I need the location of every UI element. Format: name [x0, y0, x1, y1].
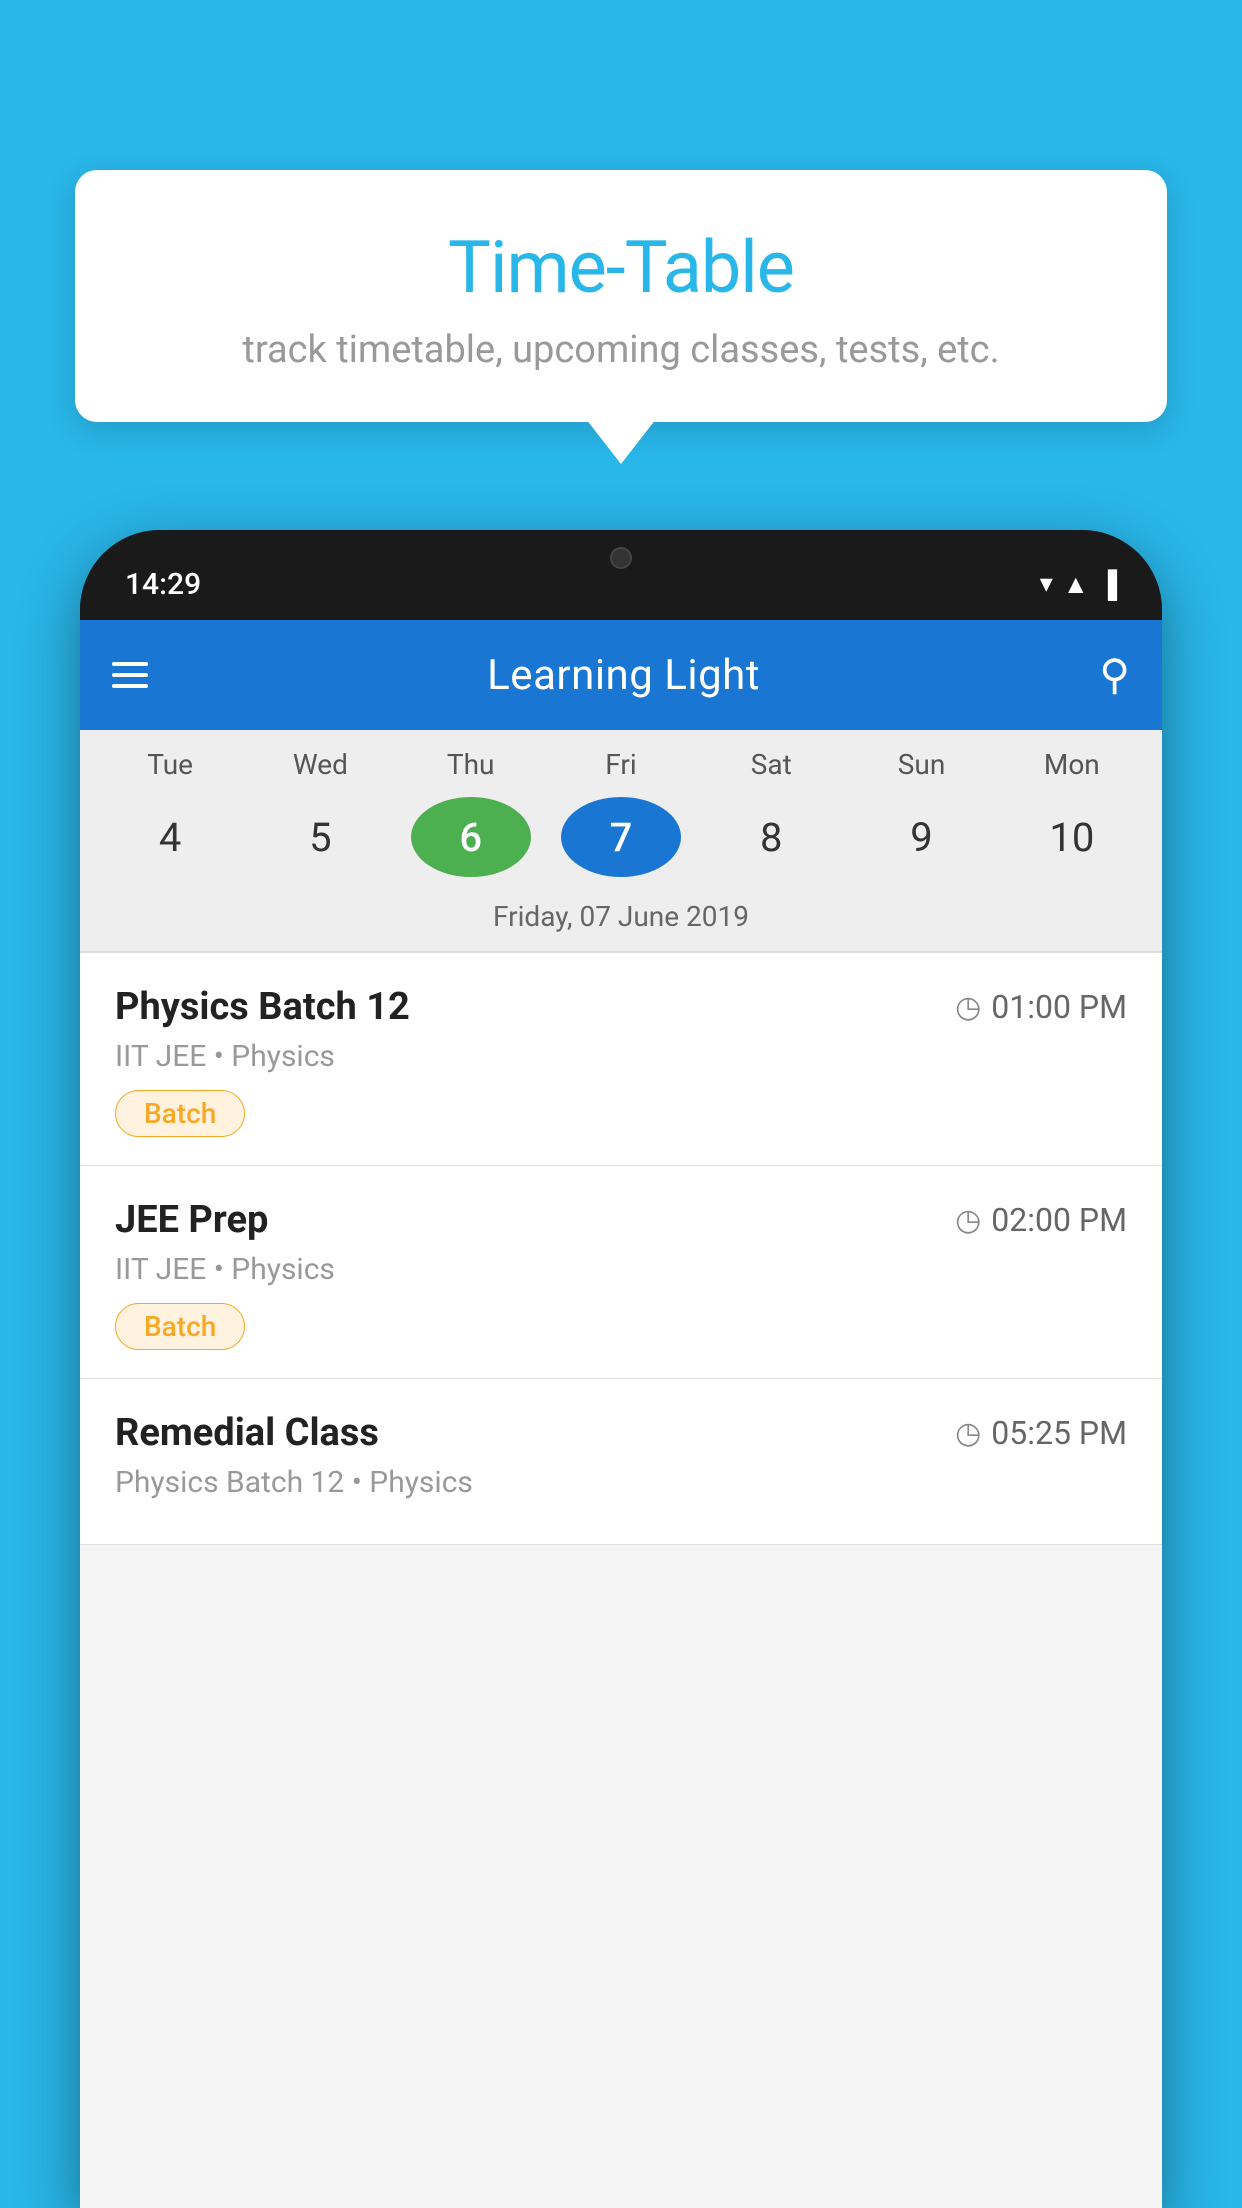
day-number-7-selected[interactable]: 7 [561, 797, 681, 877]
phone-frame: 14:29 ▾ ▲ ▐ Learning Light ⚲ Tue Wed [80, 530, 1162, 2208]
schedule-item-1-time: ◷ 01:00 PM [955, 988, 1127, 1026]
app-title: Learning Light [487, 651, 760, 700]
phone-notch [561, 530, 681, 585]
schedule-item-2-badge: Batch [115, 1303, 245, 1350]
day-name-tue[interactable]: Tue [110, 748, 230, 781]
signal-icon: ▲ [1063, 569, 1089, 600]
status-time: 14:29 [125, 567, 201, 602]
schedule-item-2-header: JEE Prep ◷ 02:00 PM [115, 1198, 1127, 1242]
clock-icon-2: ◷ [955, 1203, 981, 1238]
tooltip-title: Time-Table [135, 225, 1107, 310]
day-number-5[interactable]: 5 [260, 797, 380, 877]
schedule-item-3-header: Remedial Class ◷ 05:25 PM [115, 1411, 1127, 1455]
tooltip-card: Time-Table track timetable, upcoming cla… [75, 170, 1167, 422]
day-name-sat[interactable]: Sat [711, 748, 831, 781]
hamburger-menu-button[interactable] [112, 662, 148, 688]
wifi-icon: ▾ [1040, 569, 1053, 599]
day-name-thu[interactable]: Thu [411, 748, 531, 781]
schedule-item-3[interactable]: Remedial Class ◷ 05:25 PM Physics Batch … [80, 1379, 1162, 1545]
day-name-sun[interactable]: Sun [862, 748, 982, 781]
day-number-10[interactable]: 10 [1012, 797, 1132, 877]
status-icons: ▾ ▲ ▐ [1040, 569, 1117, 600]
schedule-item-3-time: ◷ 05:25 PM [955, 1414, 1127, 1452]
clock-icon-3: ◷ [955, 1416, 981, 1451]
day-name-fri[interactable]: Fri [561, 748, 681, 781]
phone-screen: Learning Light ⚲ Tue Wed Thu Fri Sat Sun… [80, 620, 1162, 2208]
schedule-item-1-badge: Batch [115, 1090, 245, 1137]
day-numbers-row: 4 5 6 7 8 9 10 [90, 789, 1152, 895]
schedule-item-2-title: JEE Prep [115, 1198, 268, 1242]
schedule-item-2[interactable]: JEE Prep ◷ 02:00 PM IIT JEE • Physics Ba… [80, 1166, 1162, 1379]
schedule-item-1-header: Physics Batch 12 ◷ 01:00 PM [115, 985, 1127, 1029]
day-name-wed[interactable]: Wed [260, 748, 380, 781]
calendar-week: Tue Wed Thu Fri Sat Sun Mon 4 5 6 7 8 9 … [80, 730, 1162, 951]
schedule-item-2-time: ◷ 02:00 PM [955, 1201, 1127, 1239]
schedule-item-1-subtitle: IIT JEE • Physics [115, 1039, 1127, 1074]
schedule-item-2-time-value: 02:00 PM [991, 1201, 1127, 1239]
selected-date-label: Friday, 07 June 2019 [90, 895, 1152, 951]
day-number-9[interactable]: 9 [862, 797, 982, 877]
phone-notch-area: 14:29 ▾ ▲ ▐ [80, 530, 1162, 620]
day-name-mon[interactable]: Mon [1012, 748, 1132, 781]
schedule-item-1-time-value: 01:00 PM [991, 988, 1127, 1026]
schedule-list: Physics Batch 12 ◷ 01:00 PM IIT JEE • Ph… [80, 953, 1162, 1545]
schedule-item-3-title: Remedial Class [115, 1411, 379, 1455]
schedule-item-3-subtitle: Physics Batch 12 • Physics [115, 1465, 1127, 1500]
day-number-8[interactable]: 8 [711, 797, 831, 877]
schedule-item-3-time-value: 05:25 PM [991, 1414, 1127, 1452]
battery-icon: ▐ [1099, 569, 1117, 600]
schedule-item-2-subtitle: IIT JEE • Physics [115, 1252, 1127, 1287]
tooltip-subtitle: track timetable, upcoming classes, tests… [135, 328, 1107, 372]
clock-icon-1: ◷ [955, 990, 981, 1025]
app-header: Learning Light ⚲ [80, 620, 1162, 730]
schedule-item-1-title: Physics Batch 12 [115, 985, 410, 1029]
camera-dot [610, 547, 632, 569]
day-names-row: Tue Wed Thu Fri Sat Sun Mon [90, 730, 1152, 789]
day-number-4[interactable]: 4 [110, 797, 230, 877]
schedule-item-1[interactable]: Physics Batch 12 ◷ 01:00 PM IIT JEE • Ph… [80, 953, 1162, 1166]
search-icon[interactable]: ⚲ [1099, 650, 1130, 700]
day-number-6-today[interactable]: 6 [411, 797, 531, 877]
